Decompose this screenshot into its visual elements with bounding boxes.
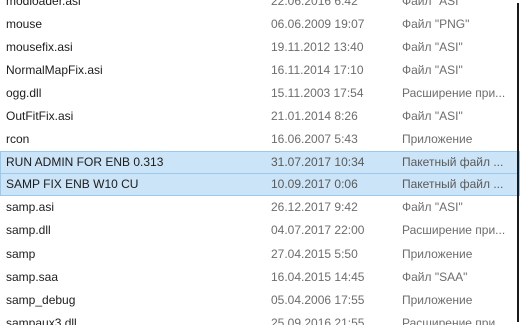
file-type: Файл "PNG" [402, 16, 470, 31]
file-type: Файл "ASI" [402, 109, 463, 124]
file-date-modified: 16.04.2015 14:45 [271, 269, 365, 284]
file-name[interactable]: samp_debug [6, 289, 236, 310]
file-date-modified: 31.07.2017 10:34 [271, 155, 365, 170]
file-type: Файл "SAA" [402, 269, 468, 284]
file-type: Расширение при... [402, 315, 506, 325]
file-row[interactable]: RUN ADMIN FOR ENB 0.313 31.07.2017 10:34 П… [0, 150, 520, 174]
file-name[interactable]: ogg.dll [6, 82, 236, 103]
file-date-modified: 21.01.2014 8:26 [271, 109, 358, 124]
file-type: Файл "ASI" [402, 39, 463, 54]
file-row[interactable]: samp_debug 05.04.2006 17:55 Приложение [0, 288, 520, 311]
file-row[interactable]: mouse 06.06.2009 19:07 Файл "PNG" [0, 12, 520, 35]
file-explorer-window: modloader.asi 22.06.2016 6:42 Файл "ASI" mo… [0, 0, 520, 325]
file-name[interactable]: OutFitFix.asi [6, 105, 236, 126]
file-date-modified: 19.11.2012 13:40 [271, 39, 364, 54]
file-name[interactable]: SAMP FIX ENB W10 CU [6, 174, 236, 195]
file-row[interactable]: samp 27.04.2015 5:50 Приложение [0, 242, 520, 265]
file-type: Пакетный файл ... [402, 155, 504, 170]
file-date-modified: 22.06.2016 6:42 [271, 0, 358, 8]
file-date-modified: 06.06.2009 19:07 [271, 16, 365, 31]
file-date-modified: 16.06.2007 5:43 [271, 132, 358, 147]
file-date-modified: 04.07.2017 22:00 [271, 223, 365, 238]
file-name[interactable]: mousefix.asi [6, 36, 236, 57]
file-name[interactable]: NormalMapFix.asi [6, 59, 236, 80]
file-date-modified: 10.09.2017 0:06 [271, 177, 358, 192]
file-name[interactable]: samp [6, 243, 236, 264]
file-list: modloader.asi 22.06.2016 6:42 Файл "ASI" mo… [0, 0, 520, 325]
file-date-modified: 15.11.2003 17:54 [271, 85, 364, 100]
column-resize-divider[interactable] [517, 3, 519, 322]
file-name[interactable]: sampaux3.dll [6, 312, 236, 325]
file-type: Файл "ASI" [402, 200, 463, 215]
file-name[interactable]: mouse [6, 13, 236, 34]
file-row[interactable]: OutFitFix.asi 21.01.2014 8:26 Файл "ASI" [0, 104, 520, 127]
file-row[interactable]: NormalMapFix.asi 16.11.2014 17:10 Файл "AS… [0, 58, 520, 81]
file-row[interactable]: mousefix.asi 19.11.2012 13:40 Файл "ASI" [0, 35, 520, 58]
file-row[interactable]: rcon 16.06.2007 5:43 Приложение [0, 128, 520, 151]
file-name[interactable]: samp.asi [6, 197, 236, 218]
file-date-modified: 25.09.2016 21:55 [271, 315, 365, 325]
file-row[interactable]: samp.saa 16.04.2015 14:45 Файл "SAA" [0, 265, 520, 288]
file-name[interactable]: rcon [6, 129, 236, 150]
file-type: Приложение [402, 132, 473, 147]
file-type: Расширение при... [402, 85, 506, 100]
file-row[interactable]: sampaux3.dll 25.09.2016 21:55 Расширение п… [0, 311, 520, 325]
file-name[interactable]: samp.dll [6, 220, 236, 241]
file-type: Приложение [402, 246, 473, 261]
file-type: Приложение [402, 292, 473, 307]
file-name[interactable]: samp.saa [6, 266, 236, 287]
file-date-modified: 05.04.2006 17:55 [271, 292, 365, 307]
file-type: Файл "ASI" [402, 0, 463, 8]
file-date-modified: 27.04.2015 5:50 [271, 246, 358, 261]
file-type: Расширение при... [402, 223, 506, 238]
file-row[interactable]: ogg.dll 15.11.2003 17:54 Расширение при... [0, 81, 520, 104]
file-type: Файл "ASI" [402, 62, 463, 77]
file-name[interactable]: RUN ADMIN FOR ENB 0.313 [6, 152, 236, 173]
file-date-modified: 16.11.2014 17:10 [271, 62, 364, 77]
file-row[interactable]: samp.asi 26.12.2017 9:42 Файл "ASI" [0, 196, 520, 219]
file-row[interactable]: SAMP FIX ENB W10 CU 10.09.2017 0:06 Пакетн… [0, 172, 520, 196]
file-row[interactable]: samp.dll 04.07.2017 22:00 Расширение при..… [0, 219, 520, 242]
file-name[interactable]: modloader.asi [6, 0, 236, 11]
file-row[interactable]: modloader.asi 22.06.2016 6:42 Файл "ASI" [0, 0, 520, 12]
file-date-modified: 26.12.2017 9:42 [271, 200, 358, 215]
file-type: Пакетный файл ... [402, 177, 504, 192]
